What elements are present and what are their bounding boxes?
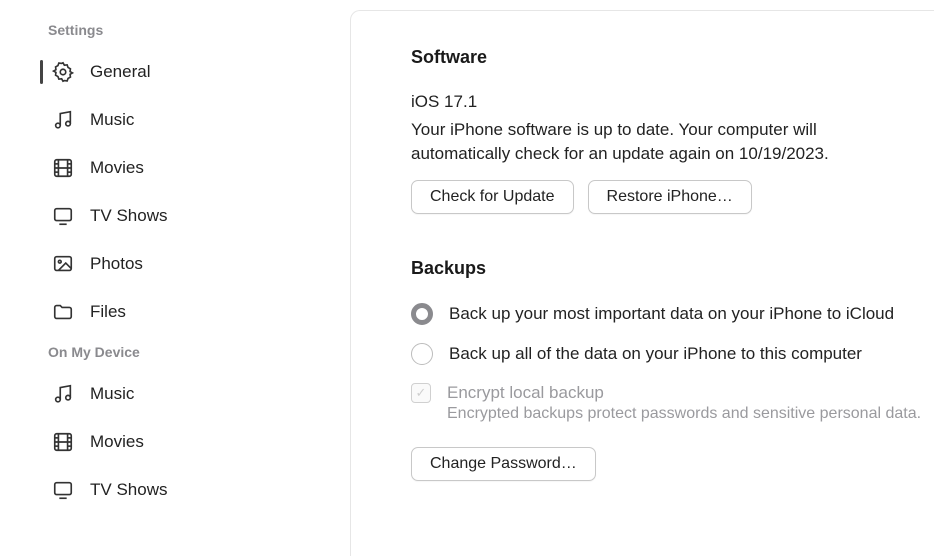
- backup-option-icloud[interactable]: Back up your most important data on your…: [411, 303, 934, 325]
- music-note-icon: [50, 381, 76, 407]
- change-password-button[interactable]: Change Password…: [411, 447, 596, 481]
- sidebar-device-item-movies[interactable]: Movies: [0, 418, 350, 466]
- encrypt-backup-label: Encrypt local backup: [447, 383, 921, 403]
- sidebar-item-movies[interactable]: Movies: [0, 144, 350, 192]
- sidebar-item-label: TV Shows: [90, 480, 167, 500]
- tv-icon: [50, 203, 76, 229]
- encrypt-backup-row[interactable]: ✓ Encrypt local backup Encrypted backups…: [411, 383, 934, 423]
- photo-icon: [50, 251, 76, 277]
- software-button-row: Check for Update Restore iPhone…: [411, 180, 934, 214]
- sidebar-item-label: Music: [90, 110, 134, 130]
- sidebar-item-label: General: [90, 62, 150, 82]
- backup-option-computer[interactable]: Back up all of the data on your iPhone t…: [411, 343, 934, 365]
- checkbox-icon: ✓: [411, 383, 431, 403]
- sidebar-device-item-tvshows[interactable]: TV Shows: [0, 466, 350, 514]
- backups-heading: Backups: [411, 258, 934, 279]
- sidebar-section-device: On My Device: [0, 336, 350, 370]
- sidebar: Settings General Music Movies TV Shows P…: [0, 0, 350, 556]
- software-version: iOS 17.1: [411, 92, 934, 112]
- sidebar-item-label: Movies: [90, 432, 144, 452]
- folder-icon: [50, 299, 76, 325]
- tv-icon: [50, 477, 76, 503]
- encrypt-backup-sub: Encrypted backups protect passwords and …: [447, 405, 921, 423]
- sidebar-item-label: Movies: [90, 158, 144, 178]
- radio-icon: [411, 303, 433, 325]
- sidebar-item-label: Music: [90, 384, 134, 404]
- music-note-icon: [50, 107, 76, 133]
- sidebar-item-photos[interactable]: Photos: [0, 240, 350, 288]
- sidebar-item-tvshows[interactable]: TV Shows: [0, 192, 350, 240]
- main-panel: Software iOS 17.1 Your iPhone software i…: [350, 10, 934, 556]
- software-description: Your iPhone software is up to date. Your…: [411, 118, 911, 166]
- check-for-update-button[interactable]: Check for Update: [411, 180, 574, 214]
- sidebar-item-files[interactable]: Files: [0, 288, 350, 336]
- sidebar-item-music[interactable]: Music: [0, 96, 350, 144]
- gear-icon: [50, 59, 76, 85]
- sidebar-section-settings: Settings: [0, 14, 350, 48]
- sidebar-item-label: Photos: [90, 254, 143, 274]
- sidebar-item-label: Files: [90, 302, 126, 322]
- software-heading: Software: [411, 47, 934, 68]
- film-icon: [50, 429, 76, 455]
- sidebar-item-label: TV Shows: [90, 206, 167, 226]
- sidebar-device-item-music[interactable]: Music: [0, 370, 350, 418]
- sidebar-item-general[interactable]: General: [0, 48, 350, 96]
- radio-icon: [411, 343, 433, 365]
- film-icon: [50, 155, 76, 181]
- restore-iphone-button[interactable]: Restore iPhone…: [588, 180, 752, 214]
- radio-label: Back up all of the data on your iPhone t…: [449, 344, 862, 364]
- radio-label: Back up your most important data on your…: [449, 304, 894, 324]
